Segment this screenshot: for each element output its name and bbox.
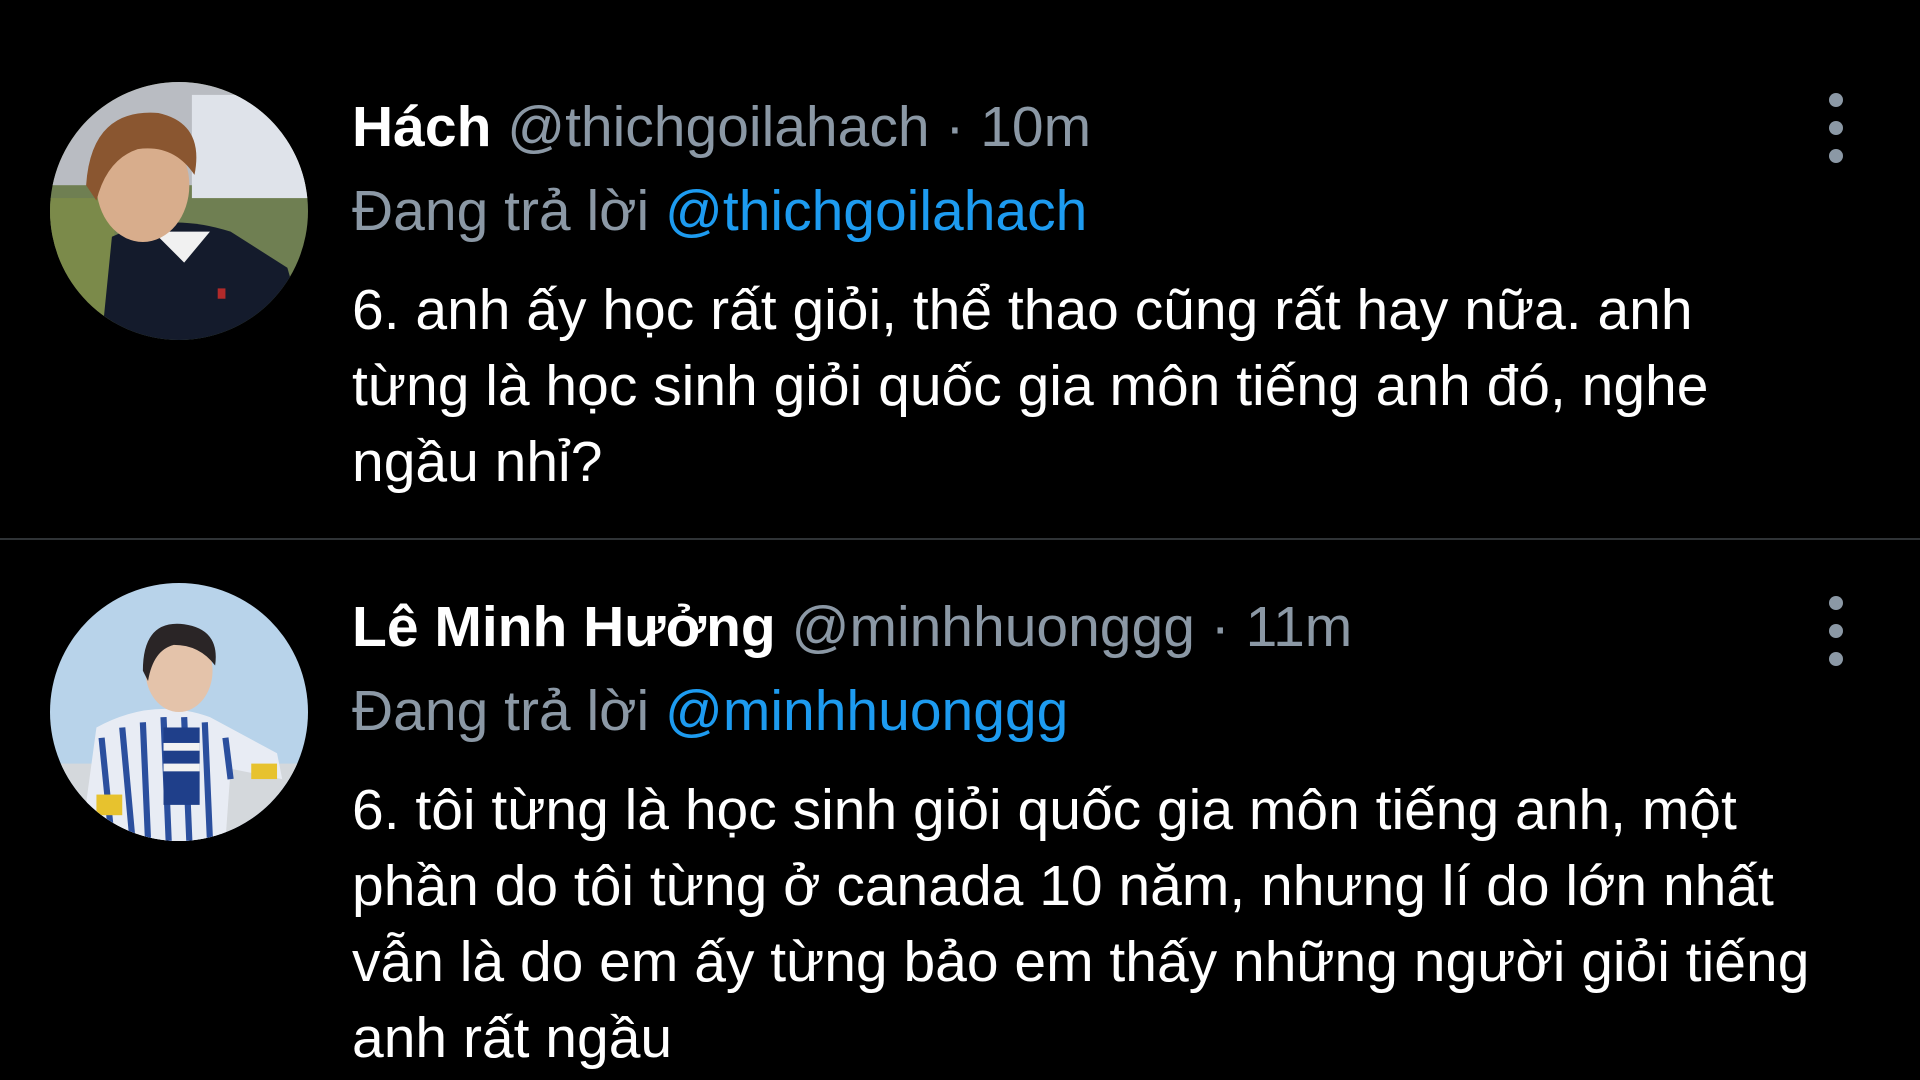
- more-vertical-icon: [1829, 93, 1843, 107]
- avatar-photo-icon: [50, 583, 308, 841]
- separator: ·: [945, 95, 965, 159]
- tweet-content: Hách @thichgoilahach · 10m Đang trả lời …: [352, 88, 1820, 500]
- reply-prefix: Đang trả lời: [352, 179, 650, 243]
- reply-to-link[interactable]: @thichgoilahach: [665, 179, 1087, 243]
- more-vertical-icon-dot: [1829, 652, 1843, 666]
- reply-to-link[interactable]: @minhhuonggg: [665, 679, 1068, 743]
- more-vertical-icon-dot: [1829, 149, 1843, 163]
- username-handle[interactable]: @minhhuonggg: [792, 595, 1195, 659]
- more-vertical-icon-dot: [1829, 121, 1843, 135]
- tweet-text: 6. tôi từng là học sinh giỏi quốc gia mô…: [352, 778, 1810, 1070]
- avatar[interactable]: [50, 583, 308, 841]
- tweet-header: Hách @thichgoilahach · 10m: [352, 88, 1820, 166]
- more-options-button[interactable]: [1816, 93, 1856, 163]
- display-name[interactable]: Hách: [352, 95, 491, 159]
- timestamp[interactable]: 11m: [1246, 595, 1353, 659]
- more-vertical-icon-dot: [1829, 624, 1843, 638]
- more-vertical-icon: [1829, 596, 1843, 610]
- reply-context: Đang trả lời @minhhuonggg: [352, 672, 1820, 750]
- more-options-button[interactable]: [1816, 596, 1856, 666]
- username-handle[interactable]: @thichgoilahach: [507, 95, 929, 159]
- tweet-text: 6. anh ấy học rất giỏi, thể thao cũng rấ…: [352, 278, 1709, 494]
- tweet-content: Lê Minh Hưởng @minhhuonggg · 11m Đang tr…: [352, 588, 1820, 1076]
- display-name[interactable]: Lê Minh Hưởng: [352, 595, 776, 659]
- avatar[interactable]: [50, 82, 308, 340]
- reply-prefix: Đang trả lời: [352, 679, 650, 743]
- timestamp[interactable]: 10m: [980, 95, 1091, 159]
- avatar-photo-icon: [50, 82, 308, 340]
- tweet[interactable]: Lê Minh Hưởng @minhhuonggg · 11m Đang tr…: [0, 542, 1920, 1080]
- separator: ·: [1210, 595, 1230, 659]
- tweet[interactable]: Hách @thichgoilahach · 10m Đang trả lời …: [0, 0, 1920, 540]
- reply-context: Đang trả lời @thichgoilahach: [352, 172, 1820, 250]
- tweet-header: Lê Minh Hưởng @minhhuonggg · 11m: [352, 588, 1820, 666]
